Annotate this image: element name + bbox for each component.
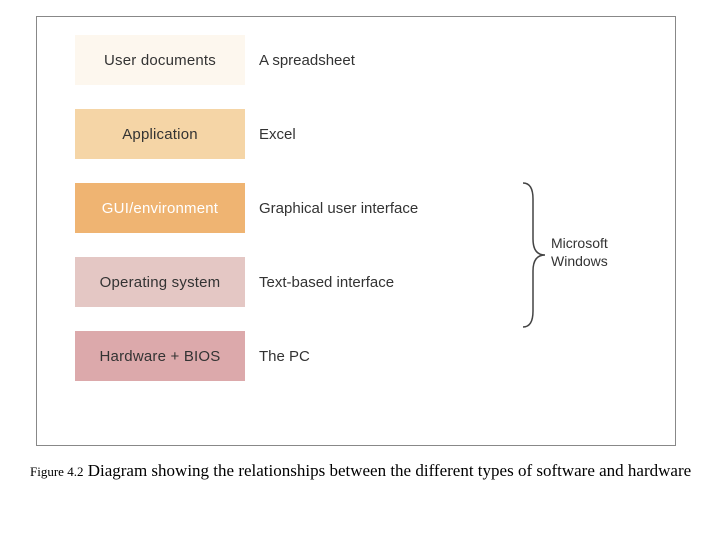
layer-example: Text-based interface bbox=[259, 274, 394, 291]
layer-row: Application Excel bbox=[75, 109, 657, 159]
brace-label-line: Microsoft bbox=[551, 235, 608, 251]
layer-application: Application bbox=[75, 109, 245, 159]
curly-brace-icon bbox=[517, 181, 547, 329]
diagram-frame: User documents A spreadsheet Application… bbox=[36, 16, 676, 446]
layer-gui-environment: GUI/environment bbox=[75, 183, 245, 233]
figure-number: Figure 4.2 bbox=[30, 464, 83, 479]
layer-example: Graphical user interface bbox=[259, 200, 418, 217]
layer-operating-system: Operating system bbox=[75, 257, 245, 307]
caption-text: Diagram showing the relationships betwee… bbox=[88, 461, 691, 480]
layer-row: GUI/environment Graphical user interface bbox=[75, 183, 657, 233]
layer-user-documents: User documents bbox=[75, 35, 245, 85]
layer-hardware-bios: Hardware + BIOS bbox=[75, 331, 245, 381]
brace-label-line: Windows bbox=[551, 253, 608, 269]
layer-example: The PC bbox=[259, 348, 310, 365]
brace-label: Microsoft Windows bbox=[551, 235, 608, 270]
layer-row: Hardware + BIOS The PC bbox=[75, 331, 657, 381]
figure-caption: Figure 4.2 Diagram showing the relations… bbox=[30, 460, 696, 483]
layer-row: User documents A spreadsheet bbox=[75, 35, 657, 85]
layer-example: A spreadsheet bbox=[259, 52, 355, 69]
layer-example: Excel bbox=[259, 126, 296, 143]
layer-rows: User documents A spreadsheet Application… bbox=[75, 35, 657, 381]
